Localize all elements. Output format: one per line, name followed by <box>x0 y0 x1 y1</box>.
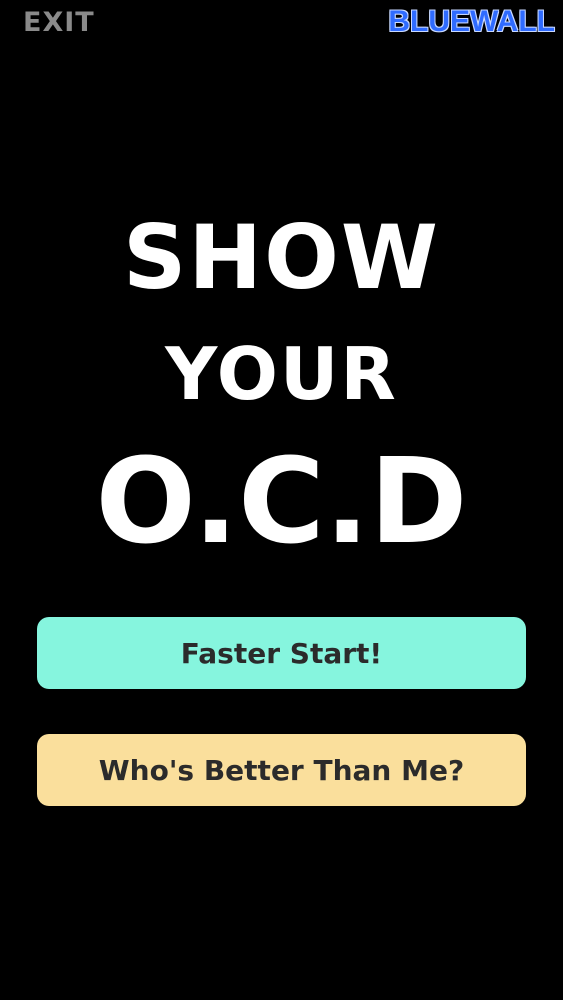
faster-start-button[interactable]: Faster Start! <box>37 617 526 689</box>
title-line-show: SHOW <box>123 206 440 309</box>
exit-button[interactable]: EXIT <box>23 6 95 40</box>
whos-better-label: Who's Better Than Me? <box>98 753 465 787</box>
game-start-screen: EXIT BLUEWALL SHOW YOUR O.C.D Faster Sta… <box>0 0 563 1000</box>
brand-watermark: BLUEWALL <box>388 5 555 38</box>
faster-start-label: Faster Start! <box>180 636 383 670</box>
title-line-your: YOUR <box>165 332 398 416</box>
whos-better-button[interactable]: Who's Better Than Me? <box>37 734 526 806</box>
title-line-ocd: O.C.D <box>95 432 468 570</box>
